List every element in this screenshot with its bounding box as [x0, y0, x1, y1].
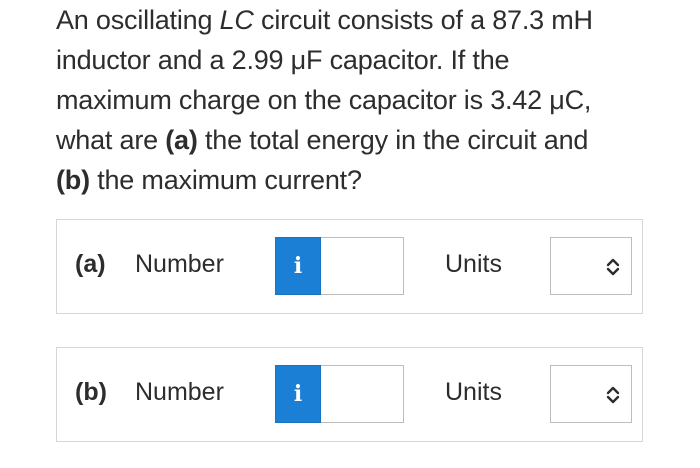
question-text-segment: what are [56, 125, 166, 155]
part-a-marker: (a) [165, 125, 198, 155]
question-line-4: what are (a) the total energy in the cir… [56, 120, 666, 160]
part-label: (a) [75, 250, 106, 278]
part-b-marker: (b) [56, 165, 90, 195]
question-text-segment: the total energy in the circuit and [197, 125, 589, 155]
question-text-segment: the maximum current? [89, 165, 362, 195]
number-input[interactable] [321, 237, 404, 295]
number-input[interactable] [321, 365, 404, 423]
chevron-up-down-icon [606, 386, 620, 404]
answer-row-a: (a) Number i Units [56, 219, 643, 314]
units-select[interactable] [550, 365, 632, 423]
answer-row-b: (b) Number i Units [56, 347, 643, 442]
info-icon: i [293, 253, 303, 279]
question-text-segment: An oscillating [56, 5, 220, 35]
question-line-2: inductor and a 2.99 μF capacitor. If the [56, 45, 510, 75]
question-text: An oscillating LC circuit consists of a … [56, 0, 666, 200]
units-label: Units [445, 250, 502, 278]
info-button[interactable]: i [275, 237, 321, 295]
question-text-segment: circuit consists of a 87.3 mH [253, 5, 593, 35]
question-line-3: maximum charge on the capacitor is 3.42 … [56, 85, 592, 115]
number-label: Number [135, 378, 224, 406]
part-label: (b) [75, 378, 107, 406]
info-icon: i [293, 381, 303, 407]
units-label: Units [445, 378, 502, 406]
number-label: Number [135, 250, 224, 278]
units-select[interactable] [550, 237, 632, 295]
chevron-up-down-icon [606, 258, 620, 276]
question-line-5: (b) the maximum current? [56, 160, 666, 200]
lc-italic-text: LC [219, 5, 254, 35]
info-button[interactable]: i [275, 365, 321, 423]
question-line-1: An oscillating LC circuit consists of a … [56, 0, 666, 40]
